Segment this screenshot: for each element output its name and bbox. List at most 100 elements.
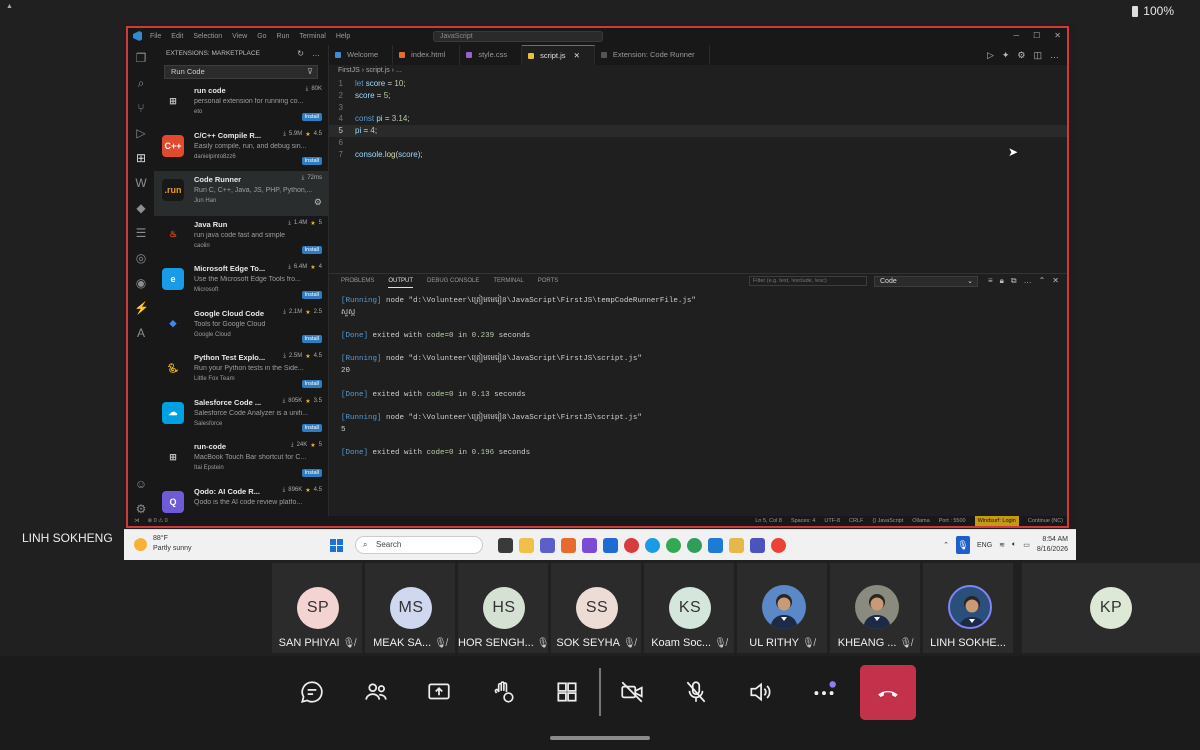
continue-status[interactable]: Continue (NC) bbox=[1028, 516, 1063, 526]
lock-scroll-icon[interactable]: 🔒︎ bbox=[1000, 274, 1004, 288]
search-icon[interactable]: ⌕ bbox=[134, 76, 148, 90]
run-debug-icon[interactable]: ▷ bbox=[134, 126, 148, 140]
install-button[interactable]: Install bbox=[301, 379, 322, 388]
menu-view[interactable]: View bbox=[232, 33, 247, 40]
opera-icon[interactable] bbox=[624, 538, 639, 553]
store-icon[interactable] bbox=[603, 538, 618, 553]
extensions-icon[interactable]: ⊞ bbox=[134, 151, 148, 165]
install-button[interactable]: Install bbox=[301, 335, 322, 343]
menu-go[interactable]: Go bbox=[257, 33, 266, 40]
tab-extension-code-runner[interactable]: Extension: Code Runner bbox=[595, 45, 710, 65]
install-button[interactable]: Install bbox=[301, 157, 322, 165]
tab-index-html[interactable]: index.html bbox=[393, 45, 461, 65]
copilot-app-icon[interactable] bbox=[582, 538, 597, 553]
menu-run[interactable]: Run bbox=[277, 33, 290, 40]
chrome-profile-icon[interactable] bbox=[687, 538, 702, 553]
tab-debug-console[interactable]: DEBUG CONSOLE bbox=[427, 274, 479, 288]
install-button[interactable]: Install bbox=[301, 424, 322, 432]
gear-icon[interactable]: ⚙ bbox=[314, 197, 322, 208]
wifi-icon[interactable]: ≋ bbox=[999, 541, 1005, 549]
raise-hand-button[interactable] bbox=[483, 672, 523, 712]
filter-icon[interactable]: ⊽ bbox=[307, 66, 313, 78]
refresh-icon[interactable]: ↻ bbox=[297, 45, 304, 63]
people-button[interactable] bbox=[356, 672, 396, 712]
encoding[interactable]: UTF-8 bbox=[824, 516, 840, 526]
menu-terminal[interactable]: Terminal bbox=[299, 33, 325, 40]
weather-widget[interactable]: 88°F Partly sunny bbox=[134, 534, 192, 554]
font-icon[interactable]: A bbox=[134, 326, 148, 340]
install-button[interactable]: Install bbox=[301, 468, 322, 477]
view-button[interactable] bbox=[547, 672, 587, 712]
close-icon[interactable]: ✕ bbox=[1054, 31, 1061, 40]
explorer-icon[interactable]: ❐ bbox=[134, 51, 148, 65]
tab-script-js[interactable]: script.js ✕ bbox=[522, 45, 595, 65]
menu-file[interactable]: File bbox=[150, 33, 161, 40]
install-button[interactable]: Install bbox=[301, 290, 322, 299]
camera-toggle-button[interactable] bbox=[612, 672, 652, 712]
split-editor-icon[interactable]: ◫ bbox=[1033, 45, 1042, 65]
install-button[interactable]: Install bbox=[301, 112, 322, 121]
problems-count[interactable]: ⊗ 0 ⚠ 0 bbox=[148, 516, 168, 526]
extension-item[interactable]: ♨ Java Run run java code fast and simple… bbox=[154, 216, 328, 261]
participant-tile[interactable]: LINH SOKHE... bbox=[923, 563, 1013, 653]
tray-overflow-icon[interactable]: ⌃ bbox=[943, 541, 949, 549]
live-server-port[interactable]: Port : 5500 bbox=[939, 516, 966, 526]
taskbar-clock[interactable]: 8:54 AM 8/16/2026 bbox=[1037, 535, 1068, 555]
testing-icon[interactable]: ☰ bbox=[134, 226, 148, 240]
speaker-button[interactable] bbox=[740, 672, 780, 712]
remote-indicator-icon[interactable]: ⋊ bbox=[134, 516, 140, 526]
clear-output-icon[interactable]: ≡ bbox=[988, 274, 993, 288]
windsurf-icon[interactable]: W bbox=[134, 176, 148, 190]
output-filter-input[interactable]: Filter (e.g. text, !exclude, \esc) bbox=[749, 276, 867, 286]
extension-item[interactable]: 🐍︎ Python Test Explo... Run your Python … bbox=[154, 349, 328, 394]
maximize-icon[interactable]: ☐ bbox=[1033, 31, 1040, 40]
firefox-icon[interactable] bbox=[561, 538, 576, 553]
participant-tile[interactable]: MS MEAK SA... 🎙︎̸ bbox=[365, 563, 455, 653]
command-center-search[interactable]: JavaScript bbox=[433, 31, 603, 42]
chrome-icon[interactable] bbox=[666, 538, 681, 553]
settings-gear-icon[interactable]: ⚙ bbox=[134, 502, 148, 516]
input-language[interactable]: ENG bbox=[977, 542, 992, 549]
open-editor-icon[interactable]: ⧉ bbox=[1011, 274, 1017, 288]
thunder-icon[interactable]: ⚡ bbox=[134, 301, 149, 315]
end-call-button[interactable] bbox=[860, 665, 916, 720]
microphone-icon[interactable]: 🎙︎ bbox=[955, 536, 970, 554]
maximize-panel-icon[interactable]: ⌃ bbox=[1039, 274, 1046, 288]
output-channel-select[interactable]: Code ⌄ bbox=[874, 276, 978, 287]
close-panel-icon[interactable]: ✕ bbox=[1052, 274, 1059, 288]
chat-button[interactable] bbox=[292, 672, 332, 712]
install-button[interactable]: Install bbox=[301, 246, 322, 254]
participant-tile[interactable]: SS SOK SEYHA 🎙︎̸ bbox=[551, 563, 641, 653]
extension-item[interactable]: ☁ Salesforce Code ... Salesforce Code An… bbox=[154, 394, 328, 439]
extension-search-input[interactable]: Run Code ⊽ bbox=[164, 65, 318, 79]
extension-item[interactable]: ⊞ run code personal extension for runnin… bbox=[154, 82, 328, 127]
sparkle-icon[interactable]: ✦ bbox=[1002, 45, 1010, 65]
tab-terminal[interactable]: TERMINAL bbox=[493, 274, 523, 288]
run-code-icon[interactable]: ▷ bbox=[987, 45, 994, 65]
minimize-icon[interactable]: ─ bbox=[1013, 31, 1019, 40]
teams-meeting-icon[interactable] bbox=[750, 538, 765, 553]
extension-item[interactable]: ◆ Google Cloud Code Tools for Google Clo… bbox=[154, 305, 328, 350]
language-mode[interactable]: {} JavaScript bbox=[872, 516, 903, 526]
mic-toggle-button[interactable] bbox=[676, 672, 716, 712]
home-indicator[interactable] bbox=[550, 736, 650, 740]
chrome-alt-icon[interactable] bbox=[771, 538, 786, 553]
settings-icon[interactable]: ⚙ bbox=[1017, 45, 1025, 65]
tab-ports[interactable]: PORTS bbox=[538, 274, 559, 288]
menu-help[interactable]: Help bbox=[336, 33, 350, 40]
more-icon[interactable]: … bbox=[312, 45, 320, 63]
notes-icon[interactable] bbox=[729, 538, 744, 553]
menu-edit[interactable]: Edit bbox=[171, 33, 183, 40]
account-icon[interactable]: ☺ bbox=[134, 477, 148, 491]
line-ending[interactable]: CRLF bbox=[849, 516, 863, 526]
battery-tray-icon[interactable]: ▭ bbox=[1023, 541, 1030, 549]
tab-welcome[interactable]: Welcome bbox=[329, 45, 394, 65]
teams-icon[interactable] bbox=[540, 538, 555, 553]
vscode-taskbar-icon[interactable] bbox=[708, 538, 723, 553]
windsurf-login[interactable]: Windsurf: Login bbox=[974, 516, 1019, 526]
participant-tile[interactable]: KS Koam Soc... 🎙︎̸ bbox=[644, 563, 734, 653]
indentation[interactable]: Spaces: 4 bbox=[791, 516, 815, 526]
close-tab-icon[interactable]: ✕ bbox=[574, 51, 580, 60]
tab-style-css[interactable]: style.css bbox=[460, 45, 523, 65]
participant-tile[interactable]: HS HOR SENGH... 🎙︎̸ bbox=[458, 563, 548, 653]
